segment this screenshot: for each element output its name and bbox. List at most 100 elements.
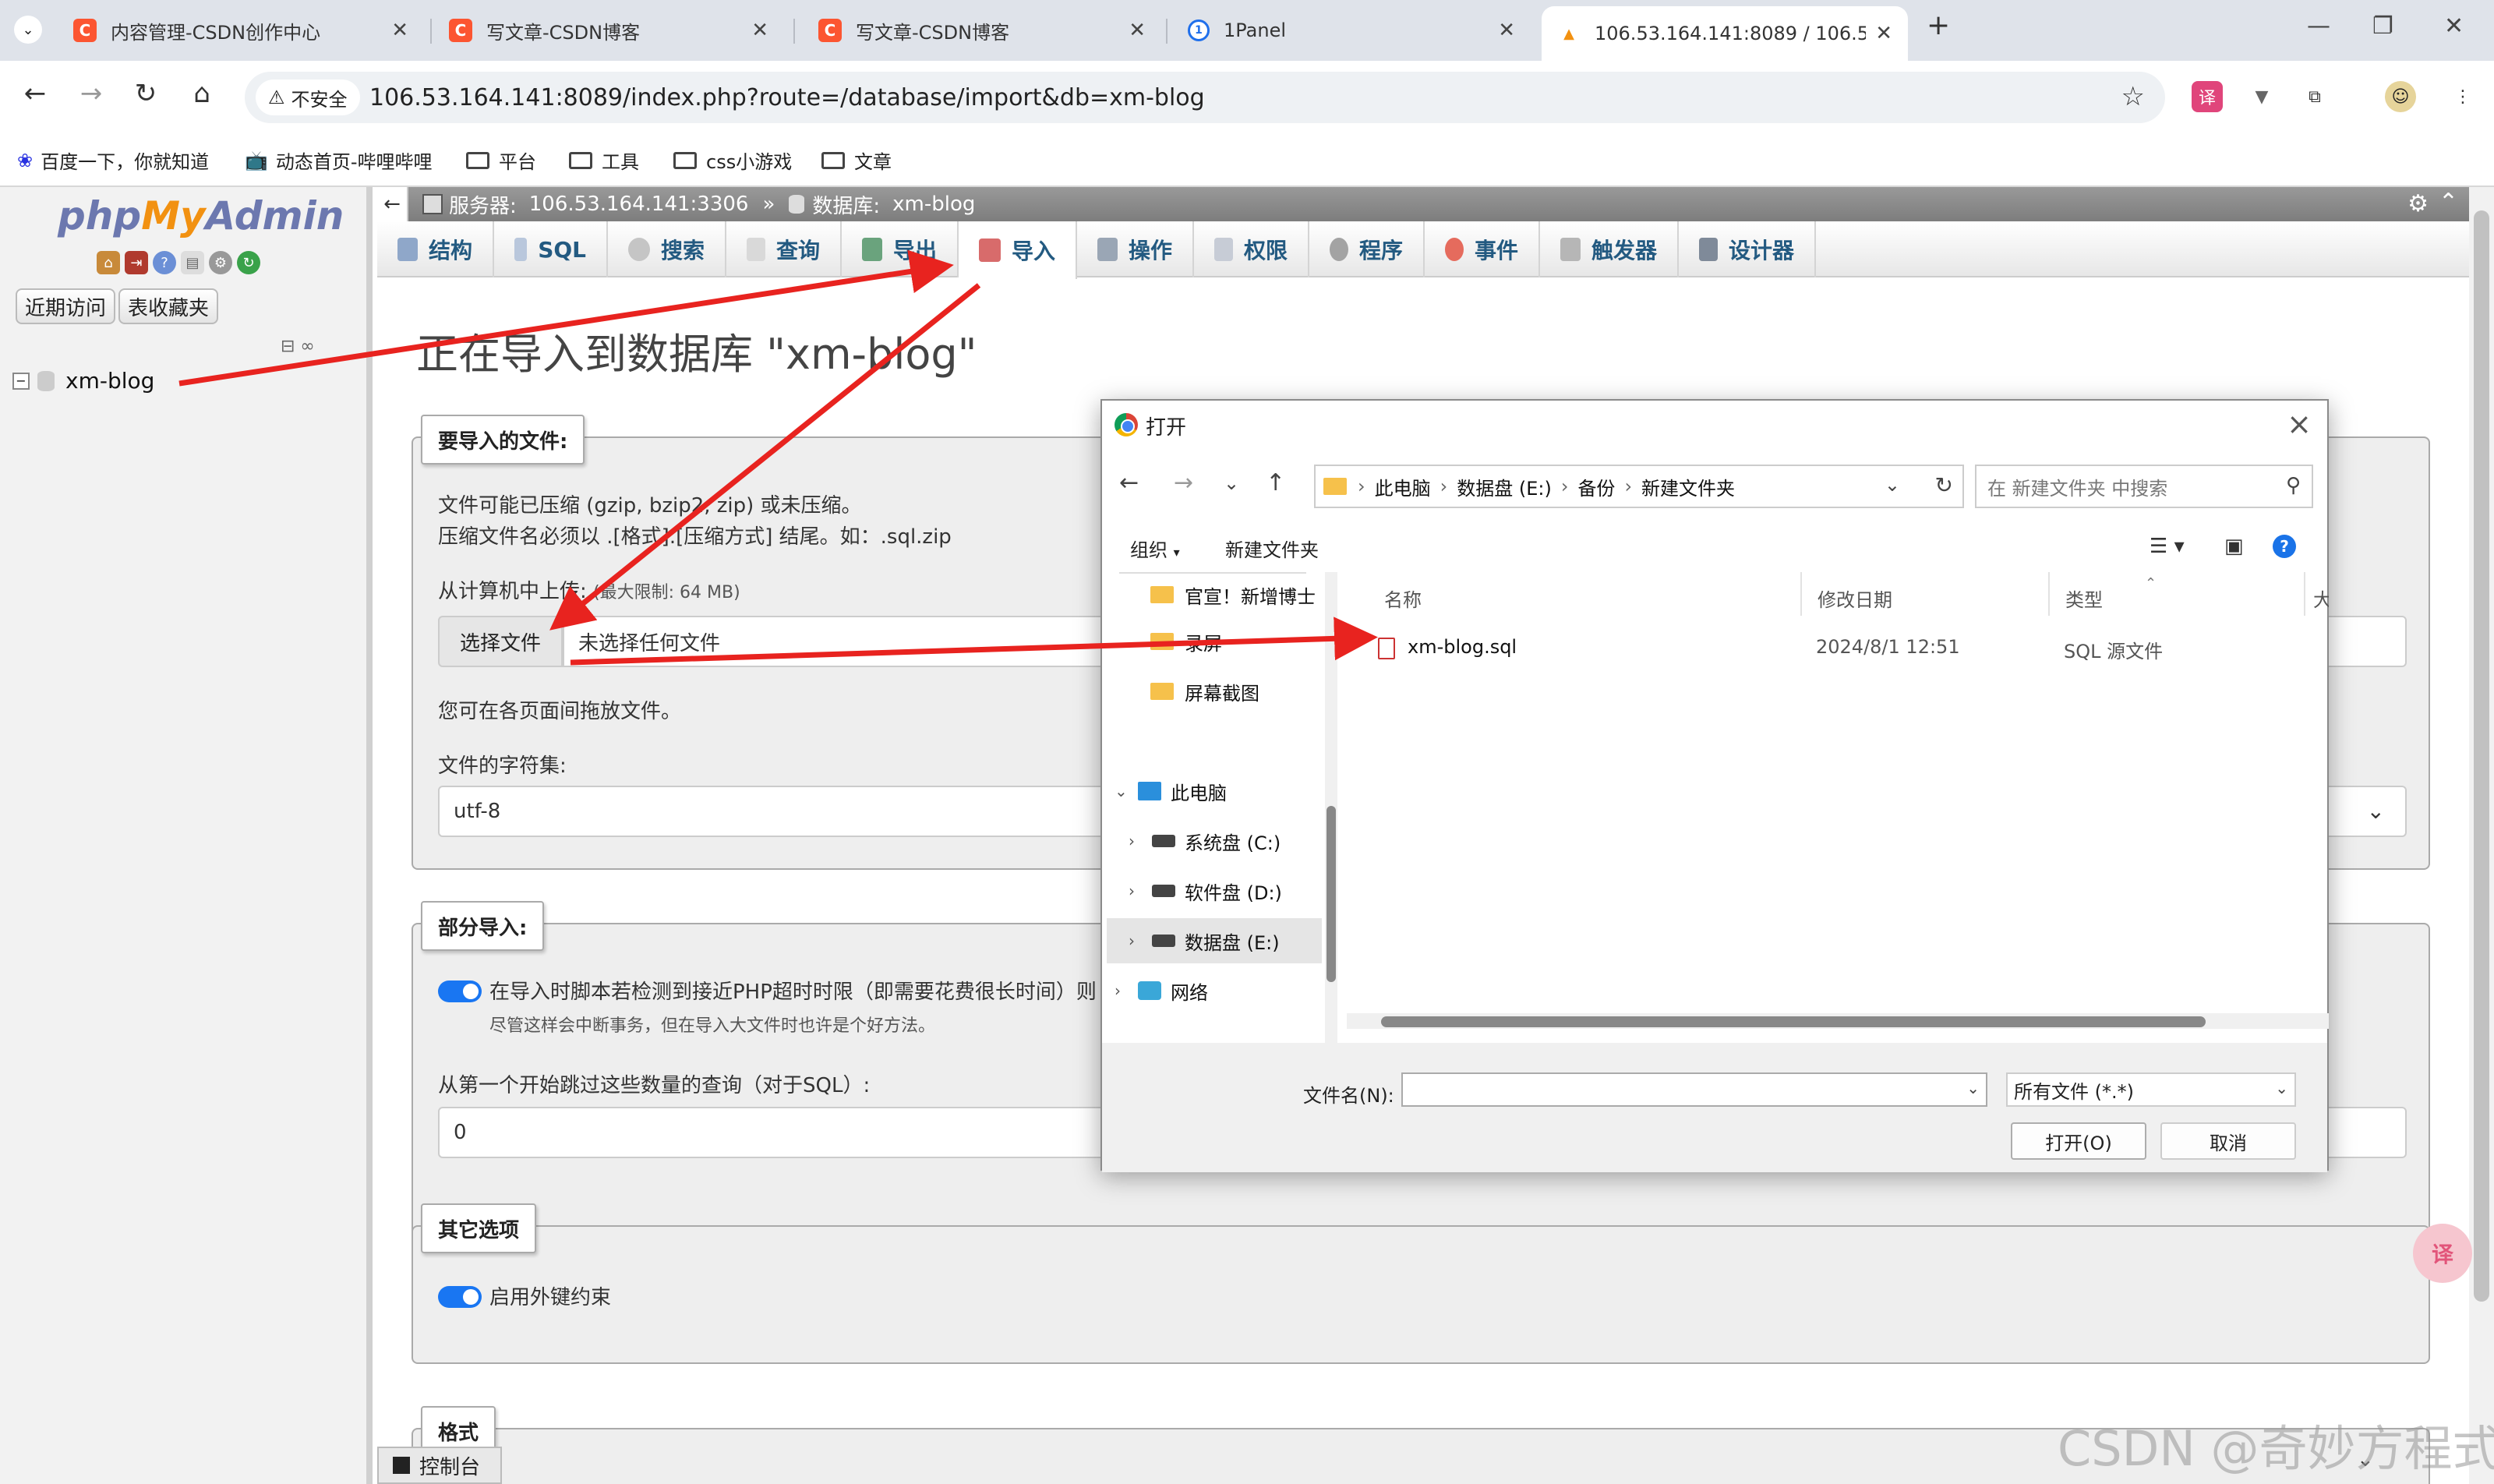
db-tree-node-xm-blog[interactable]: − xm-blog xyxy=(12,368,154,394)
expand-minus-icon[interactable]: − xyxy=(12,372,30,390)
close-icon[interactable]: ✕ xyxy=(1875,22,1892,45)
column-divider[interactable] xyxy=(2048,572,2050,616)
page-scrollbar[interactable] xyxy=(2469,187,2494,1484)
tab-query[interactable]: 查询 xyxy=(726,221,842,277)
cancel-button[interactable]: 取消 xyxy=(2160,1122,2296,1160)
close-icon[interactable]: ✕ xyxy=(391,19,408,42)
column-header-size[interactable]: 大小 xyxy=(2313,585,2329,612)
floating-translate-icon[interactable]: 译 xyxy=(2413,1224,2472,1283)
collapse-chevron-icon[interactable]: ⌃ xyxy=(2439,189,2458,216)
tab-routines[interactable]: 程序 xyxy=(1309,221,1425,277)
settings-gear-icon[interactable]: ⚙ xyxy=(209,251,232,274)
path-segment[interactable]: 此电脑 xyxy=(1375,473,1431,500)
browser-tab[interactable]: 1 1Panel ✕ xyxy=(1172,8,1531,53)
tree-node-this-pc[interactable]: ⌄ 此电脑 xyxy=(1115,768,1227,814)
dialog-address-bar[interactable]: › 此电脑 › 数据盘 (E:) › 备份 › 新建文件夹 ⌄ ↻ xyxy=(1314,465,1964,508)
restore-icon[interactable]: ❐ xyxy=(2372,12,2393,40)
up-arrow-icon[interactable]: ↑ xyxy=(1266,469,1285,496)
tab-triggers[interactable]: 触发器 xyxy=(1540,221,1679,277)
column-divider[interactable] xyxy=(2304,572,2305,616)
url-text[interactable]: 106.53.164.141:8089/index.php?route=/dat… xyxy=(369,84,1205,111)
logout-icon[interactable]: ⇥ xyxy=(125,251,148,274)
tab-operations[interactable]: 操作 xyxy=(1077,221,1194,277)
forward-arrow-icon[interactable]: → xyxy=(72,78,111,109)
tab-events[interactable]: 事件 xyxy=(1425,221,1540,277)
scrollbar-thumb[interactable] xyxy=(1381,1016,2206,1027)
more-menu-icon[interactable]: ⋮ xyxy=(2447,81,2478,112)
quick-access-item[interactable]: 屏幕截图 xyxy=(1150,669,1259,714)
bookmark-star-icon[interactable]: ☆ xyxy=(2121,81,2145,112)
path-segment[interactable]: 备份 xyxy=(1577,473,1615,500)
bookmark-folder-tools[interactable]: 工具 xyxy=(569,147,639,174)
close-icon[interactable]: ✕ xyxy=(751,19,768,42)
column-header-name[interactable]: 名称 xyxy=(1384,585,1422,612)
bookmark-bilibili[interactable]: 📺 动态首页-哔哩哔哩 xyxy=(245,147,433,174)
tab-import[interactable]: 导入 xyxy=(959,221,1077,279)
path-segment[interactable]: 数据盘 (E:) xyxy=(1457,473,1552,500)
quick-access-item[interactable]: 官宣！新增博士 xyxy=(1150,572,1316,617)
chevron-right-icon[interactable]: › xyxy=(1129,882,1152,900)
bookmark-folder-platform[interactable]: 平台 xyxy=(466,147,536,174)
browser-tab[interactable]: C 内容管理-CSDN创作中心 ✕ xyxy=(58,8,424,53)
dialog-search-input[interactable]: 在 新建文件夹 中搜索 ⚲ xyxy=(1975,465,2313,508)
filename-input[interactable]: ⌄ xyxy=(1401,1072,1987,1107)
tab-search-chevron-icon[interactable]: ⌄ xyxy=(14,16,42,44)
address-bar[interactable]: ⚠ 不安全 106.53.164.141:8089/index.php?rout… xyxy=(245,72,2165,123)
open-button[interactable]: 打开(O) xyxy=(2011,1122,2146,1160)
recent-locations-chevron-icon[interactable]: ⌄ xyxy=(1224,472,1239,494)
bookmark-folder-articles[interactable]: 文章 xyxy=(821,147,892,174)
tab-privileges[interactable]: 权限 xyxy=(1194,221,1309,277)
reload-icon[interactable]: ↻ xyxy=(126,78,165,109)
column-divider[interactable] xyxy=(1800,572,1802,616)
reload-icon[interactable]: ↻ xyxy=(237,251,260,274)
db-name[interactable]: xm-blog xyxy=(65,368,154,394)
help-icon[interactable]: ? xyxy=(2273,535,2296,558)
extensions-puzzle-icon[interactable]: ⧉ xyxy=(2299,81,2330,112)
filetype-select[interactable]: 所有文件 (*.*) ⌄ xyxy=(2006,1072,2296,1107)
new-folder-button[interactable]: 新建文件夹 xyxy=(1225,535,1319,562)
bookmark-folder-css-games[interactable]: css小游戏 xyxy=(673,147,792,174)
home-icon[interactable]: ⌂ xyxy=(97,251,120,274)
docs-icon[interactable]: ▤ xyxy=(181,251,204,274)
db-name[interactable]: xm-blog xyxy=(892,193,975,216)
tab-structure[interactable]: 结构 xyxy=(377,221,494,277)
vue-devtools-icon[interactable]: ▼ xyxy=(2246,81,2277,112)
tree-node-drive-d[interactable]: › 软件盘 (D:) xyxy=(1129,868,1282,913)
window-close-icon[interactable]: ✕ xyxy=(2444,12,2464,40)
settings-gear-icon[interactable]: ⚙ xyxy=(2407,190,2429,217)
column-header-date[interactable]: 修改日期 xyxy=(1818,585,1892,612)
quick-access-item[interactable]: 录屏 xyxy=(1150,619,1222,664)
collapse-all-link-icon[interactable]: ⊟ ∞ xyxy=(281,337,315,356)
tree-node-drive-c[interactable]: › 系统盘 (C:) xyxy=(1129,818,1281,864)
chevron-right-icon[interactable]: › xyxy=(1115,981,1138,1000)
browser-tab[interactable]: C 写文章-CSDN博客 ✕ xyxy=(433,8,784,53)
tab-sql[interactable]: SQL xyxy=(494,221,608,277)
chevron-down-icon[interactable]: ⌄ xyxy=(1115,782,1138,800)
view-list-icon[interactable]: ☰ ▾ xyxy=(2150,535,2185,558)
chevron-right-icon[interactable]: › xyxy=(1129,832,1152,850)
breadcrumb-database[interactable]: 数据库: xm-blog xyxy=(789,190,975,219)
back-arrow-icon[interactable]: ← xyxy=(16,78,55,109)
foreign-key-toggle[interactable] xyxy=(438,1286,482,1308)
forward-arrow-icon[interactable]: → xyxy=(1174,469,1193,496)
tab-search[interactable]: 搜索 xyxy=(608,221,726,277)
bookmark-baidu[interactable]: ❀ 百度一下，你就知道 xyxy=(17,147,209,174)
file-row[interactable]: xm-blog.sql 2024/8/1 12:51 SQL 源文件 xyxy=(1347,627,2321,669)
chevron-right-icon[interactable]: › xyxy=(1129,931,1152,950)
profile-avatar-icon[interactable]: ☺ xyxy=(2385,81,2416,112)
favorites-button[interactable]: 表收藏夹 xyxy=(118,288,219,324)
chevron-down-icon[interactable]: ⌄ xyxy=(1885,474,1900,496)
browser-tab[interactable]: C 写文章-CSDN博客 ✕ xyxy=(803,8,1161,53)
column-header-type[interactable]: 类型 xyxy=(2065,585,2103,612)
new-tab-plus-icon[interactable]: + xyxy=(1927,9,1950,41)
minimize-icon[interactable]: — xyxy=(2307,12,2330,40)
tree-node-network[interactable]: › 网络 xyxy=(1115,968,1208,1013)
server-address[interactable]: 106.53.164.141:3306 xyxy=(529,193,749,216)
home-icon[interactable]: ⌂ xyxy=(182,78,221,109)
phpmyadmin-logo[interactable]: phpMyAdmin xyxy=(58,193,344,238)
help-icon[interactable]: ? xyxy=(153,251,176,274)
close-icon[interactable]: ✕ xyxy=(1129,19,1146,42)
console-toggle[interactable]: 控制台 xyxy=(377,1447,502,1484)
allow-interrupt-toggle[interactable] xyxy=(438,980,482,1002)
browser-tab-active[interactable]: ▲ 106.53.164.141:8089 / 106.53 ✕ xyxy=(1542,6,1908,61)
